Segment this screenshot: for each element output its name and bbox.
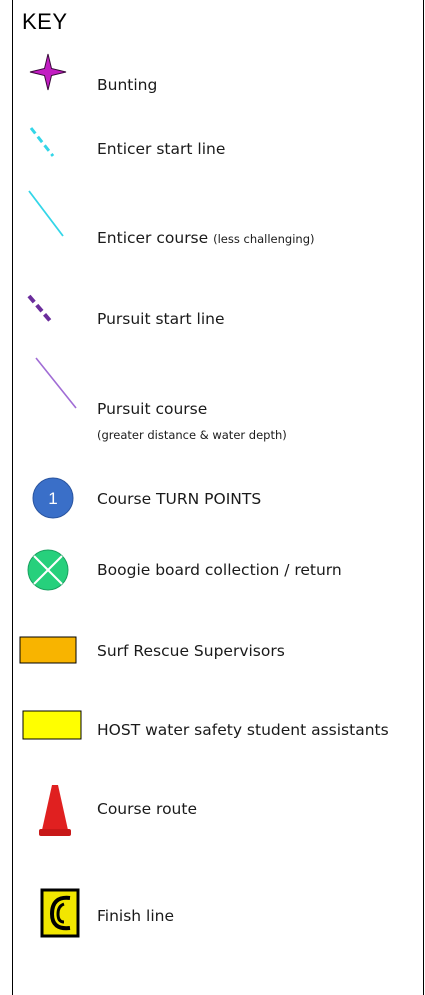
- turn-point-number: 1: [48, 489, 57, 508]
- pursuit-course-line-icon: [35, 357, 77, 409]
- enticer-start-line-icon: [29, 127, 55, 157]
- pursuit-course-label: Pursuit course: [97, 400, 208, 418]
- finish-line-label: Finish line: [97, 907, 175, 925]
- enticer-course-note: (less challenging): [213, 232, 315, 246]
- finish-line-sign-icon: [40, 888, 80, 938]
- boogie-board-label: Boogie board collection / return: [97, 561, 342, 579]
- enticer-course-label: Enticer course (less challenging): [97, 229, 315, 247]
- orange-rectangle-icon: [19, 636, 77, 664]
- enticer-course-text: Enticer course: [97, 229, 209, 247]
- pursuit-start-line-icon: [27, 294, 54, 325]
- yellow-rectangle-icon: [22, 710, 82, 740]
- pursuit-start-label: Pursuit start line: [97, 310, 225, 328]
- supervisors-label: Surf Rescue Supervisors: [97, 642, 285, 660]
- assistants-label: HOST water safety student assistants: [97, 721, 389, 739]
- bunting-star-icon: [29, 53, 67, 91]
- turn-points-label: Course TURN POINTS: [97, 490, 262, 508]
- traffic-cone-icon: [39, 785, 71, 836]
- boogie-board-icon: [27, 549, 69, 591]
- bunting-label: Bunting: [97, 76, 158, 94]
- enticer-course-line-icon: [28, 190, 64, 237]
- key-title: KEY: [22, 9, 68, 34]
- pursuit-course-note: (greater distance & water depth): [97, 428, 287, 442]
- turn-point-circle-icon: 1: [32, 477, 74, 519]
- course-route-label: Course route: [97, 800, 197, 818]
- enticer-start-label: Enticer start line: [97, 140, 226, 158]
